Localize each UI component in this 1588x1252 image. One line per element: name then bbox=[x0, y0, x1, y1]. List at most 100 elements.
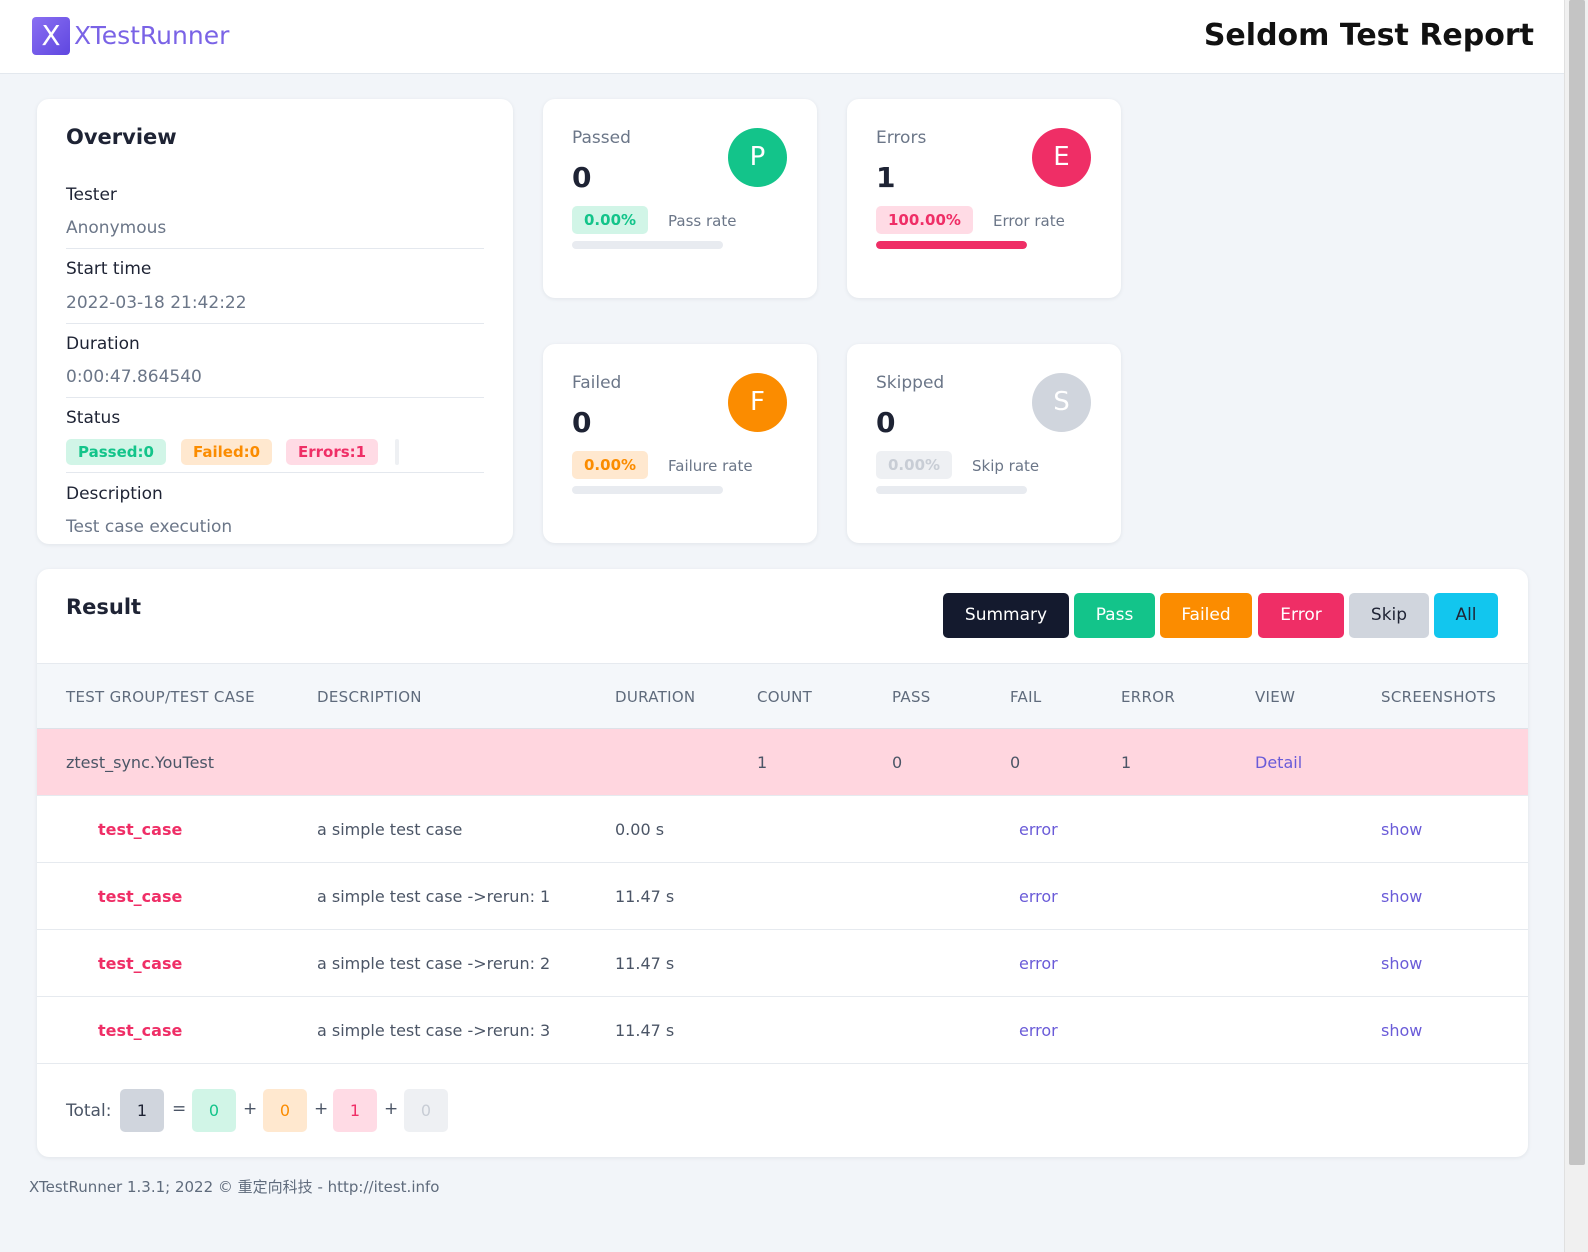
overview-title: Overview bbox=[66, 125, 177, 149]
filter-summary-button[interactable]: Summary bbox=[943, 593, 1069, 638]
divider bbox=[66, 397, 484, 398]
column-header: DURATION bbox=[615, 688, 696, 706]
total-skip-badge: 0 bbox=[404, 1089, 448, 1132]
group-name: ztest_sync.YouTest bbox=[66, 753, 215, 772]
logo-text: XTestRunner bbox=[74, 21, 230, 50]
divider bbox=[66, 248, 484, 249]
duration-value: 0:00:47.864540 bbox=[66, 367, 202, 387]
overview-card: Overview Tester Anonymous Start time 202… bbox=[37, 99, 513, 544]
group-fail: 0 bbox=[1010, 753, 1021, 772]
logo-icon: X bbox=[32, 17, 70, 55]
column-header: DESCRIPTION bbox=[317, 688, 422, 706]
table-row: test_case a simple test case 0.00 s erro… bbox=[37, 796, 1528, 863]
error-rate-label: Error rate bbox=[993, 212, 1065, 230]
failure-rate-percent: 0.00% bbox=[572, 451, 649, 479]
case-status-link[interactable]: error bbox=[1019, 1021, 1058, 1040]
duration-label: Duration bbox=[66, 334, 140, 354]
column-header: VIEW bbox=[1255, 688, 1296, 706]
divider bbox=[66, 472, 484, 473]
filter-pass-button[interactable]: Pass bbox=[1074, 593, 1155, 638]
filter-failed-button[interactable]: Failed bbox=[1160, 593, 1252, 638]
filter-all-button[interactable]: All bbox=[1434, 593, 1498, 638]
failed-count: 0 bbox=[572, 406, 592, 439]
divider bbox=[66, 323, 484, 324]
skip-rate-percent: 0.00% bbox=[876, 451, 953, 479]
start-time-label: Start time bbox=[66, 259, 152, 279]
filter-skip-button[interactable]: Skip bbox=[1349, 593, 1429, 638]
screenshot-show-link[interactable]: show bbox=[1381, 887, 1422, 906]
case-description: a simple test case ->rerun: 2 bbox=[317, 954, 551, 973]
case-name: test_case bbox=[98, 820, 183, 839]
case-description: a simple test case bbox=[317, 820, 463, 839]
plus-sign: + bbox=[314, 1099, 329, 1119]
passed-circle-icon: P bbox=[728, 128, 787, 187]
status-badge-errors: Errors:1 bbox=[286, 439, 379, 465]
status-label: Status bbox=[66, 408, 121, 428]
screenshot-show-link[interactable]: show bbox=[1381, 954, 1422, 973]
filter-error-button[interactable]: Error bbox=[1258, 593, 1344, 638]
scrollbar-thumb[interactable] bbox=[1569, 0, 1585, 1165]
plus-sign: + bbox=[384, 1099, 399, 1119]
case-description: a simple test case ->rerun: 3 bbox=[317, 1021, 551, 1040]
skip-rate-label: Skip rate bbox=[972, 457, 1040, 475]
failure-rate-label: Failure rate bbox=[668, 457, 753, 475]
case-status-link[interactable]: error bbox=[1019, 954, 1058, 973]
errors-count: 1 bbox=[876, 161, 896, 194]
page-scrollbar[interactable] bbox=[1564, 0, 1588, 1252]
case-duration: 11.47 s bbox=[615, 954, 675, 973]
case-duration: 11.47 s bbox=[615, 1021, 675, 1040]
case-duration: 11.47 s bbox=[615, 887, 675, 906]
case-status-link[interactable]: error bbox=[1019, 820, 1058, 839]
column-header: SCREENSHOTS bbox=[1381, 688, 1497, 706]
failed-circle-icon: F bbox=[728, 373, 787, 432]
status-badge-passed: Passed:0 bbox=[66, 439, 166, 465]
table-header: TEST GROUP/TEST CASE DESCRIPTION DURATIO… bbox=[37, 663, 1528, 729]
result-card: Result Summary Pass Failed Error Skip Al… bbox=[37, 569, 1528, 1157]
pass-rate-bar bbox=[572, 241, 723, 249]
errors-stat-card: Errors 1 E 100.00% Error rate bbox=[847, 99, 1121, 298]
group-error: 1 bbox=[1121, 753, 1132, 772]
passed-count: 0 bbox=[572, 161, 592, 194]
case-duration: 0.00 s bbox=[615, 820, 665, 839]
error-rate-fill bbox=[876, 241, 1027, 249]
table-row: test_case a simple test case ->rerun: 3 … bbox=[37, 997, 1528, 1064]
page-title: Seldom Test Report bbox=[1203, 18, 1534, 53]
table-row: test_case a simple test case ->rerun: 1 … bbox=[37, 863, 1528, 930]
errors-label: Errors bbox=[876, 128, 927, 148]
error-rate-bar bbox=[876, 241, 1027, 249]
failed-label: Failed bbox=[572, 373, 622, 393]
passed-stat-card: Passed 0 P 0.00% Pass rate bbox=[543, 99, 817, 298]
passed-label: Passed bbox=[572, 128, 631, 148]
case-name: test_case bbox=[98, 1021, 183, 1040]
description-label: Description bbox=[66, 484, 163, 504]
description-value: Test case execution bbox=[66, 517, 233, 537]
column-header: ERROR bbox=[1121, 688, 1176, 706]
screenshot-show-link[interactable]: show bbox=[1381, 1021, 1422, 1040]
skipped-label: Skipped bbox=[876, 373, 945, 393]
start-time-value: 2022-03-18 21:42:22 bbox=[66, 293, 247, 313]
pass-rate-percent: 0.00% bbox=[572, 206, 649, 234]
table-row: test_case a simple test case ->rerun: 2 … bbox=[37, 930, 1528, 997]
skip-rate-bar bbox=[876, 486, 1027, 494]
group-count: 1 bbox=[757, 753, 768, 772]
top-bar: X XTestRunner Seldom Test Report bbox=[0, 0, 1564, 74]
detail-link[interactable]: Detail bbox=[1255, 753, 1302, 772]
failed-stat-card: Failed 0 F 0.00% Failure rate bbox=[543, 344, 817, 543]
column-header: TEST GROUP/TEST CASE bbox=[66, 688, 255, 706]
column-header: COUNT bbox=[757, 688, 813, 706]
footer-text: XTestRunner 1.3.1; 2022 © 重定向科技 - http:/… bbox=[29, 1178, 440, 1196]
case-name: test_case bbox=[98, 887, 183, 906]
result-title: Result bbox=[66, 595, 142, 619]
group-pass: 0 bbox=[892, 753, 903, 772]
case-status-link[interactable]: error bbox=[1019, 887, 1058, 906]
status-badge-failed: Failed:0 bbox=[181, 439, 273, 465]
pass-rate-label: Pass rate bbox=[668, 212, 737, 230]
total-all-badge: 1 bbox=[120, 1089, 164, 1132]
skipped-stat-card: Skipped 0 S 0.00% Skip rate bbox=[847, 344, 1121, 543]
status-badge-skipped bbox=[395, 439, 399, 465]
case-description: a simple test case ->rerun: 1 bbox=[317, 887, 551, 906]
skipped-circle-icon: S bbox=[1032, 373, 1091, 432]
tester-value: Anonymous bbox=[66, 218, 167, 238]
screenshot-show-link[interactable]: show bbox=[1381, 820, 1422, 839]
plus-sign: + bbox=[243, 1099, 258, 1119]
